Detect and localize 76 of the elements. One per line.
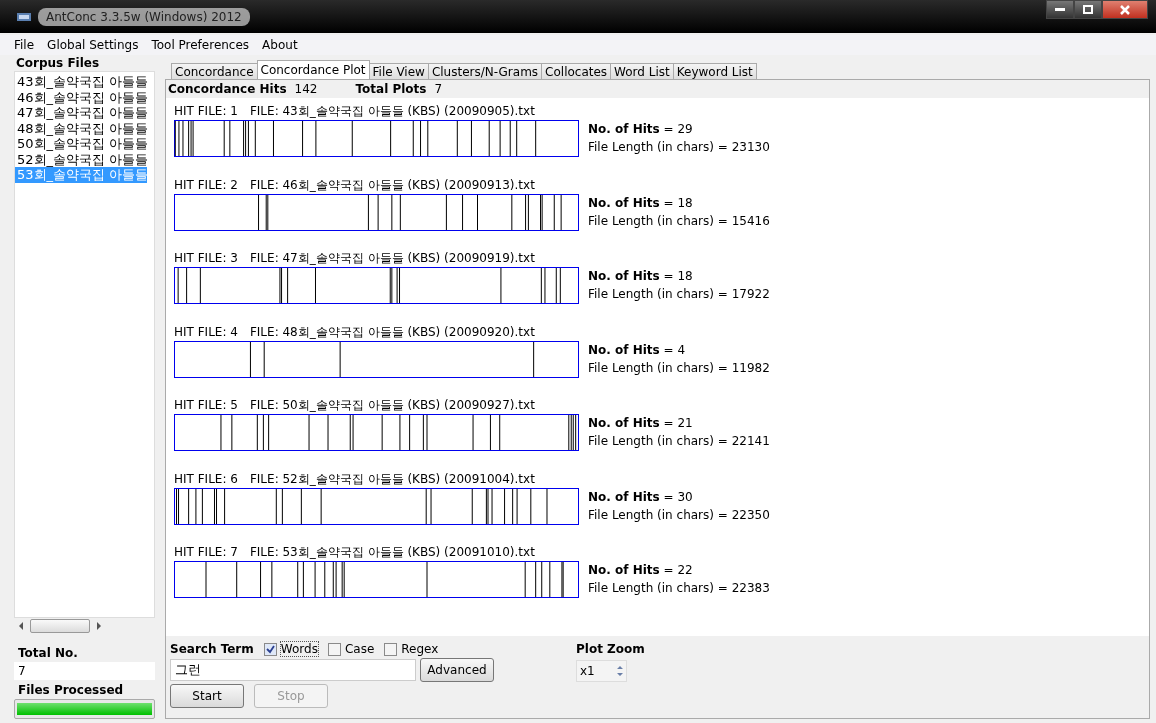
checkbox[interactable]: [327, 642, 341, 656]
hit-file-label: HIT FILE: 4: [174, 323, 238, 341]
minimize-button[interactable]: [1046, 0, 1074, 19]
file-length: File Length (in chars) = 22141: [588, 434, 770, 448]
files-processed-label: Files Processed: [17, 683, 125, 697]
file-length: File Length (in chars) = 11982: [588, 360, 770, 375]
right-arrow-icon: [96, 622, 102, 630]
file-list-item[interactable]: 43회_솔약국집 아들들: [15, 74, 154, 90]
tab[interactable]: File View: [368, 63, 429, 79]
hit-file-label: HIT FILE: 7: [174, 544, 238, 561]
menu-item[interactable]: Global Settings: [41, 38, 146, 52]
search-term-label: Search Term: [170, 642, 254, 656]
tab[interactable]: Concordance Plot: [256, 60, 370, 79]
zoom-spinner[interactable]: x1: [576, 660, 627, 682]
file-list-item[interactable]: 46회_솔약국집 아들들: [15, 89, 154, 105]
checkbox[interactable]: [384, 642, 398, 656]
search-field[interactable]: 그런: [170, 659, 416, 681]
file-list-item[interactable]: 52회_솔약국집 아들들: [15, 151, 154, 167]
plots-value: 7: [434, 82, 443, 96]
tab[interactable]: Word List: [610, 63, 674, 79]
file-list-item[interactable]: 48회_솔약국집 아들들: [15, 120, 154, 136]
maximize-icon: [1083, 5, 1093, 14]
file-name: FILE: 46회_솔약국집 아들들 (KBS) (20090913).txt: [249, 176, 535, 194]
file-name: FILE: 47회_솔약국집 아들들 (KBS) (20090919).txt: [249, 250, 535, 267]
file-length: File Length (in chars) = 23130: [588, 140, 770, 154]
hits-count: No. of Hits = 30: [588, 489, 694, 504]
close-button[interactable]: [1102, 0, 1148, 19]
window-title: AntConc 3.3.5w (Windows) 2012: [38, 7, 250, 26]
hits-count: No. of Hits = 22: [588, 563, 694, 577]
file-name: FILE: 50회_솔약국집 아들들 (KBS) (20090927).txt: [249, 397, 535, 414]
hits-count: No. of Hits = 29: [588, 122, 694, 136]
hit-file-label: HIT FILE: 3: [174, 250, 238, 267]
hit-file-label: HIT FILE: 6: [174, 470, 238, 488]
tab[interactable]: Collocates: [541, 63, 612, 79]
total-label: Total No.: [17, 646, 79, 660]
hits-count: No. of Hits = 21: [588, 416, 694, 430]
hits-count: No. of Hits = 18: [588, 195, 694, 210]
hits-label: Concordance Hits: [168, 82, 287, 96]
scroll-thumb[interactable]: [30, 619, 90, 633]
file-length: File Length (in chars) = 17922: [588, 287, 770, 301]
file-list-item[interactable]: 50회_솔약국집 아들들: [15, 136, 154, 152]
file-list-item[interactable]: 47회_솔약국집 아들들: [15, 105, 154, 121]
file-name: FILE: 53회_솔약국집 아들들 (KBS) (20091010).txt: [249, 544, 535, 561]
tab[interactable]: Clusters/N-Grams: [427, 63, 543, 79]
menu-item[interactable]: File: [8, 38, 42, 52]
hit-file-label: HIT FILE: 1: [174, 103, 238, 120]
checkbox[interactable]: [263, 642, 277, 656]
checkbox-label[interactable]: Case: [344, 642, 375, 656]
file-length: File Length (in chars) = 22383: [588, 581, 770, 595]
file-length: File Length (in chars) = 15416: [588, 213, 770, 228]
hits-value: 142: [294, 82, 318, 96]
hits-count: No. of Hits = 18: [588, 269, 694, 283]
file-name: FILE: 52회_솔약국집 아들들 (KBS) (20091004).txt: [249, 470, 535, 488]
close-icon: [1120, 4, 1130, 15]
total-value: 7: [14, 662, 155, 680]
zoom-value: x1: [580, 664, 595, 678]
advanced-button[interactable]: Advanced: [420, 658, 494, 682]
tab[interactable]: Keyword List: [672, 63, 757, 79]
plot-zoom-label: Plot Zoom: [576, 642, 645, 656]
file-length: File Length (in chars) = 22350: [588, 507, 770, 522]
hit-file-label: HIT FILE: 5: [174, 397, 238, 414]
hits-count: No. of Hits = 4: [588, 342, 687, 357]
file-name: FILE: 48회_솔약국집 아들들 (KBS) (20090920).txt: [249, 323, 535, 341]
minimize-icon: [1055, 7, 1065, 12]
menu-item[interactable]: About: [256, 38, 305, 52]
checkbox-label[interactable]: Words: [280, 642, 318, 656]
checkbox-label[interactable]: Regex: [401, 642, 439, 656]
plots-label: Total Plots: [355, 82, 427, 96]
left-arrow-icon: [18, 622, 24, 630]
tab[interactable]: Concordance: [171, 63, 258, 79]
maximize-button[interactable]: [1074, 0, 1102, 19]
menu-item[interactable]: Tool Preferences: [145, 38, 257, 52]
hit-file-label: HIT FILE: 2: [174, 176, 238, 194]
file-name: FILE: 43회_솔약국집 아들들 (KBS) (20090905).txt: [249, 103, 535, 120]
start-button[interactable]: Start: [170, 684, 244, 708]
corpus-files-heading: Corpus Files: [15, 55, 101, 71]
